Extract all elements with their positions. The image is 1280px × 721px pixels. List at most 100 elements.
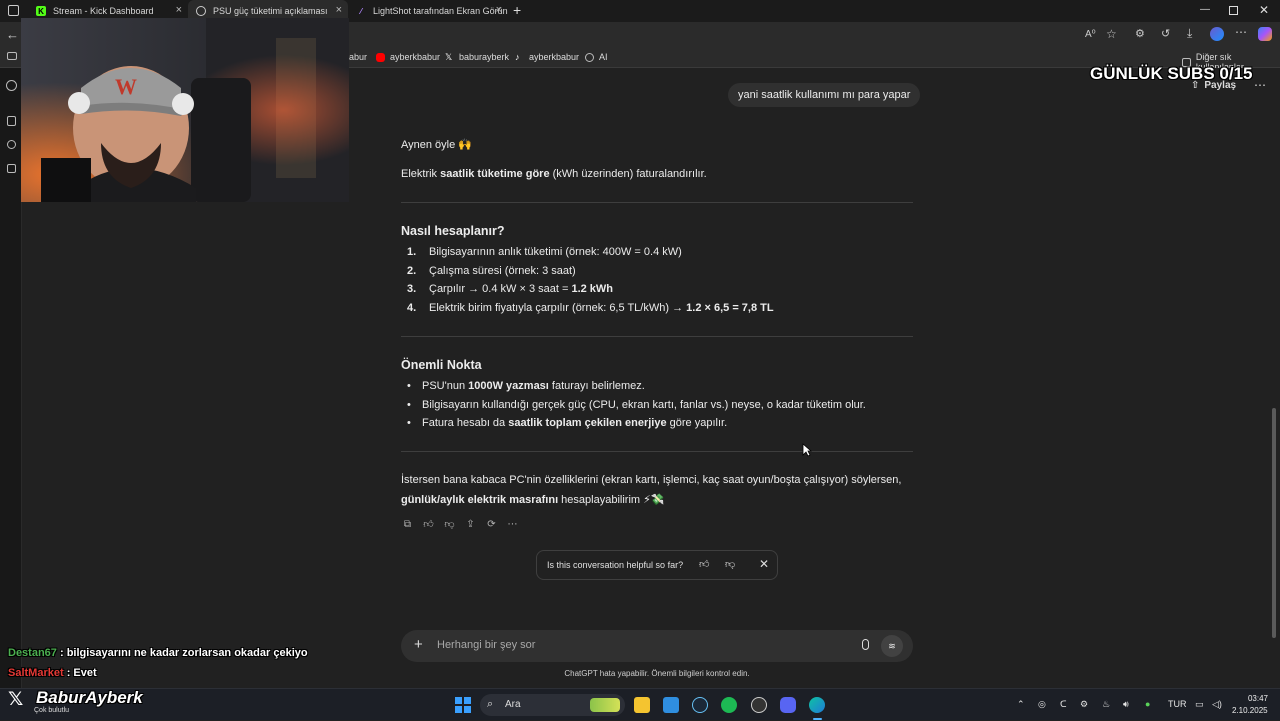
- tab-actions-icon[interactable]: [8, 5, 19, 16]
- scrollbar-thumb[interactable]: [1272, 408, 1276, 638]
- network-icon[interactable]: ▭: [1195, 699, 1204, 710]
- step-text: Elektrik birim fiyatıyla çarpılır (örnek…: [429, 302, 687, 314]
- file-explorer-icon[interactable]: [634, 697, 650, 713]
- search-chats-icon[interactable]: [7, 140, 16, 149]
- step-number: 3.: [407, 283, 417, 295]
- divider: [401, 451, 913, 452]
- favorite-kick[interactable]: abur: [349, 52, 367, 62]
- text-span: PSU'nun: [422, 380, 469, 392]
- profile-icon[interactable]: [1210, 27, 1224, 41]
- chat-text: : Evet: [63, 667, 97, 679]
- step-item: 2. Çalışma süresi (örnek: 3 saat): [407, 265, 576, 277]
- clock-time[interactable]: 03:47: [1246, 694, 1268, 703]
- webcam-feed: W: [21, 18, 349, 202]
- speaker-icon[interactable]: ◁): [1212, 699, 1222, 710]
- sidebar-toggle-icon[interactable]: [7, 116, 16, 126]
- favorites-icon[interactable]: [7, 52, 17, 60]
- discord-icon[interactable]: [780, 697, 796, 713]
- thumbs-up-icon[interactable]: 👍︎: [422, 518, 435, 531]
- section-title-calc: Nasıl hesaplanır?: [401, 224, 505, 238]
- kick-icon: K: [36, 6, 46, 16]
- close-icon[interactable]: ×: [336, 5, 342, 16]
- tray-app-icon[interactable]: ⚙: [1080, 699, 1088, 710]
- close-window-button[interactable]: ✕: [1259, 3, 1269, 17]
- read-aloud-icon[interactable]: A⁰: [1085, 29, 1096, 40]
- weather-widget[interactable]: BaburAyberk 𝕏 Çok bulutlu: [8, 688, 178, 721]
- more-actions-icon[interactable]: ⋯: [506, 518, 519, 531]
- feedback-text: Is this conversation helpful so far?: [547, 560, 684, 570]
- clock-date[interactable]: 2.10.2025: [1232, 706, 1272, 715]
- show-hidden-icons[interactable]: ⌃: [1017, 699, 1025, 710]
- thumbs-down-icon[interactable]: 👎︎: [443, 518, 456, 531]
- brand-name: BaburAyberk: [36, 688, 143, 707]
- regenerate-icon[interactable]: ⟳: [485, 518, 498, 531]
- downloads-icon[interactable]: ⤓: [1187, 26, 1192, 41]
- favorite-label: ayberkbabur: [390, 52, 441, 62]
- windows-taskbar: BaburAyberk 𝕏 Çok bulutlu ⌕ Ara ⌃ ◎ ᑕ ⚙ …: [0, 688, 1280, 720]
- start-button-icon[interactable]: [455, 697, 471, 713]
- back-icon[interactable]: ←: [6, 27, 19, 42]
- share-message-icon[interactable]: ⇪: [464, 518, 477, 531]
- tray-steam-icon[interactable]: ♨: [1102, 699, 1110, 710]
- globe-icon: [585, 52, 594, 62]
- new-tab-button[interactable]: +: [513, 2, 521, 18]
- intro-line: Aynen öyle 🙌: [401, 139, 472, 151]
- feedback-thumbs-down-icon[interactable]: 👎︎: [725, 558, 735, 570]
- edge-icon[interactable]: [809, 697, 825, 713]
- more-menu-icon[interactable]: ⋯: [1235, 25, 1247, 39]
- favorite-x[interactable]: 𝕏baburayberk: [445, 52, 509, 62]
- feedback-prompt: Is this conversation helpful so far? 👍︎ …: [536, 550, 778, 580]
- obs-icon[interactable]: [751, 697, 767, 713]
- history-icon[interactable]: ↺: [1161, 27, 1170, 40]
- close-icon[interactable]: ×: [496, 5, 502, 16]
- steam-icon[interactable]: [692, 697, 708, 713]
- text-span: hesaplayabilirim ⚡💸: [558, 494, 665, 506]
- tab-label: Stream - Kick Dashboard: [53, 6, 154, 16]
- conversation-options-icon[interactable]: ⋯: [1254, 78, 1266, 92]
- mouse-cursor-icon: [802, 443, 812, 457]
- scrollbar[interactable]: [1270, 68, 1278, 688]
- brand-x-icon: 𝕏: [8, 689, 24, 710]
- divider: [401, 202, 913, 203]
- maximize-button[interactable]: [1229, 6, 1238, 15]
- text-span: (kWh üzerinden) faturalandırılır.: [549, 168, 707, 180]
- minimize-button[interactable]: —: [1200, 4, 1210, 15]
- microphone-icon[interactable]: [862, 639, 869, 650]
- spotify-icon[interactable]: [721, 697, 737, 713]
- close-icon[interactable]: ×: [176, 5, 182, 16]
- step-text: Çarpılır → 0.4 kW × 3 saat =: [429, 283, 572, 295]
- chatgpt-logo-icon[interactable]: [6, 80, 17, 91]
- chatgpt-icon: [196, 6, 206, 16]
- tray-app-icon[interactable]: ᑕ: [1060, 699, 1067, 710]
- bold-span: saatlik toplam çekilen enerjiye: [508, 417, 667, 429]
- closing-line-2: günlük/aylık elektrik masrafını hesaplay…: [401, 493, 665, 506]
- copilot-icon[interactable]: [1258, 27, 1272, 41]
- step-bold: 1.2 × 6,5 = 7,8 TL: [686, 302, 774, 314]
- attach-plus-icon[interactable]: +: [414, 636, 423, 653]
- youtube-icon: [376, 52, 385, 62]
- message-actions: ⧉ 👍︎ 👎︎ ⇪ ⟳ ⋯: [401, 518, 519, 531]
- favorite-star-icon[interactable]: ☆: [1106, 27, 1117, 41]
- tiktok-icon: ♪: [515, 51, 520, 62]
- feedback-close-icon[interactable]: ✕: [759, 557, 769, 571]
- language-indicator[interactable]: TUR: [1168, 699, 1187, 709]
- voice-mode-icon[interactable]: ≋: [881, 635, 903, 657]
- copy-icon[interactable]: ⧉: [401, 518, 414, 531]
- bullet-item: • PSU'nun 1000W yazması faturayı belirlem…: [401, 380, 645, 392]
- favorite-youtube[interactable]: ayberkbabur: [376, 52, 440, 62]
- taskbar-search[interactable]: ⌕ Ara: [480, 694, 625, 716]
- photos-icon[interactable]: [663, 697, 679, 713]
- billing-line: Elektrik saatlik tüketime göre (kWh üzer…: [401, 168, 707, 180]
- favorite-tiktok[interactable]: ♪ ayberkbabur: [515, 52, 579, 62]
- search-icon: ⌕: [487, 698, 494, 710]
- tab-lightshot[interactable]: ⁄ LightShot tarafından Ekran Görün ×: [348, 0, 508, 22]
- microphone-tray-icon[interactable]: ●: [1145, 699, 1150, 709]
- tray-app-icon[interactable]: ◎: [1038, 699, 1046, 710]
- volume-icon[interactable]: 🔊︎: [1123, 699, 1129, 710]
- feedback-thumbs-up-icon[interactable]: 👍︎: [699, 558, 709, 570]
- message-input[interactable]: Herhangi bir şey sor: [437, 639, 817, 651]
- library-icon[interactable]: [7, 164, 16, 173]
- favorite-ai[interactable]: AI: [585, 52, 608, 62]
- text-span: göre yapılır.: [666, 417, 728, 429]
- extensions-icon[interactable]: ⚙: [1135, 27, 1145, 40]
